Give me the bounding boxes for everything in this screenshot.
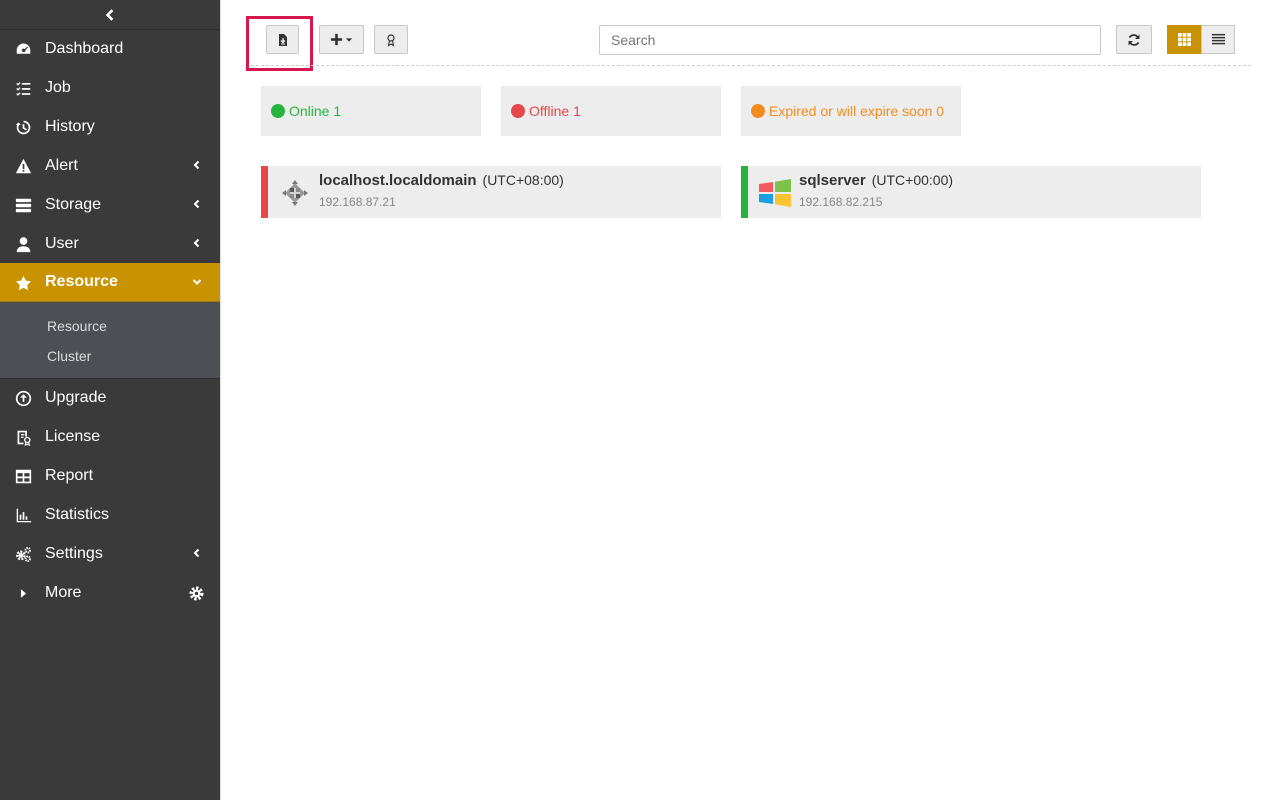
certificate-icon xyxy=(387,33,395,47)
grid-view-button[interactable] xyxy=(1167,25,1201,54)
chevron-left-icon xyxy=(193,160,200,170)
sidebar-item-label: Statistics xyxy=(45,505,110,523)
resource-timezone: (UTC+08:00) xyxy=(482,172,564,188)
resource-card-localhost[interactable]: localhost.localdomain (UTC+08:00) 192.168… xyxy=(261,166,721,218)
storage-icon xyxy=(14,196,32,214)
sidebar-item-label: Job xyxy=(45,78,71,96)
sidebar-item-label: More xyxy=(45,583,82,601)
sidebar-item-user[interactable]: User xyxy=(0,224,220,263)
sidebar-item-history[interactable]: History xyxy=(0,107,220,146)
sidebar-item-label: User xyxy=(45,234,79,252)
sidebar-item-storage[interactable]: Storage xyxy=(0,185,220,224)
warning-icon xyxy=(14,157,32,175)
status-bar-offline xyxy=(261,166,268,218)
add-dropdown-button[interactable] xyxy=(319,25,364,54)
status-bar-online xyxy=(741,166,748,218)
resource-ip: 192.168.87.21 xyxy=(319,195,396,209)
sidebar-item-label: Settings xyxy=(45,544,103,562)
offline-dot-icon xyxy=(511,104,525,118)
upgrade-icon xyxy=(14,389,32,407)
chevron-left-icon xyxy=(105,8,114,21)
list-icon xyxy=(1211,33,1225,45)
search-input[interactable] xyxy=(599,25,1101,55)
star-icon xyxy=(14,274,32,292)
sidebar-item-dashboard[interactable]: Dashboard xyxy=(0,29,220,68)
expired-dot-icon xyxy=(751,104,765,118)
resource-card-sqlserver[interactable]: sqlserver (UTC+00:00) 192.168.82.215 xyxy=(741,166,1201,218)
gear-icon[interactable] xyxy=(188,585,205,602)
resource-name: localhost.localdomain xyxy=(319,172,477,189)
sidebar-item-settings[interactable]: Settings xyxy=(0,534,220,573)
submenu-item-cluster[interactable]: Cluster xyxy=(47,348,91,364)
chevron-left-icon xyxy=(193,199,200,209)
sidebar-item-resource[interactable]: Resource xyxy=(0,263,220,302)
user-icon xyxy=(14,235,32,253)
license-icon xyxy=(14,428,32,446)
file-download-icon xyxy=(278,33,287,46)
tasks-icon xyxy=(14,79,32,97)
refresh-button[interactable] xyxy=(1116,25,1152,54)
sidebar: Dashboard Job History Alert Storage User… xyxy=(0,0,220,800)
table-icon xyxy=(14,467,32,485)
sidebar-item-more[interactable]: More xyxy=(0,573,220,612)
plus-icon xyxy=(330,33,343,46)
sidebar-item-label: Upgrade xyxy=(45,388,107,406)
caret-right-icon xyxy=(14,584,32,602)
status-expired-label: Expired or will expire soon 0 xyxy=(769,103,945,119)
sidebar-item-job[interactable]: Job xyxy=(0,68,220,107)
sidebar-item-label: Resource xyxy=(45,273,118,290)
dashboard-icon xyxy=(14,40,32,58)
sidebar-collapse-button[interactable] xyxy=(0,0,220,30)
sidebar-item-statistics[interactable]: Statistics xyxy=(0,495,220,534)
sidebar-item-label: Dashboard xyxy=(45,39,124,57)
resource-ip: 192.168.82.215 xyxy=(799,195,883,209)
resource-timezone: (UTC+00:00) xyxy=(871,172,954,188)
sidebar-item-label: Storage xyxy=(45,195,102,213)
online-dot-icon xyxy=(271,104,285,118)
resource-submenu: Resource Cluster xyxy=(0,302,220,379)
list-view-button[interactable] xyxy=(1201,25,1235,54)
chevron-left-icon xyxy=(193,238,200,248)
history-icon xyxy=(14,118,32,136)
sidebar-item-label: Report xyxy=(45,466,94,484)
resource-name: sqlserver xyxy=(799,172,866,189)
caret-down-icon xyxy=(345,37,353,42)
status-expired-card[interactable]: Expired or will expire soon 0 xyxy=(741,86,961,136)
status-offline-label: Offline 1 xyxy=(529,103,581,119)
sidebar-item-license[interactable]: License xyxy=(0,417,220,456)
sidebar-item-label: Alert xyxy=(45,156,78,174)
certificate-button[interactable] xyxy=(374,25,408,54)
submenu-item-resource[interactable]: Resource xyxy=(47,318,107,334)
status-offline-card[interactable]: Offline 1 xyxy=(501,86,721,136)
main-content: Online 1 Offline 1 Expired or will expir… xyxy=(220,0,1280,800)
sidebar-item-label: History xyxy=(45,117,95,135)
status-online-card[interactable]: Online 1 xyxy=(261,86,481,136)
status-online-label: Online 1 xyxy=(289,103,342,119)
sidebar-item-upgrade[interactable]: Upgrade xyxy=(0,378,220,417)
refresh-icon xyxy=(1128,33,1140,46)
cogs-icon xyxy=(14,545,32,563)
centos-icon xyxy=(282,180,308,206)
chevron-left-icon xyxy=(193,548,200,558)
export-button[interactable] xyxy=(266,25,299,54)
grid-icon xyxy=(1177,33,1191,46)
windows-icon xyxy=(759,179,791,207)
sidebar-item-label: License xyxy=(45,427,101,445)
sidebar-item-alert[interactable]: Alert xyxy=(0,146,220,185)
chevron-down-icon xyxy=(192,279,202,285)
toolbar-divider xyxy=(251,65,1251,66)
chart-icon xyxy=(14,506,32,524)
sidebar-item-report[interactable]: Report xyxy=(0,456,220,495)
